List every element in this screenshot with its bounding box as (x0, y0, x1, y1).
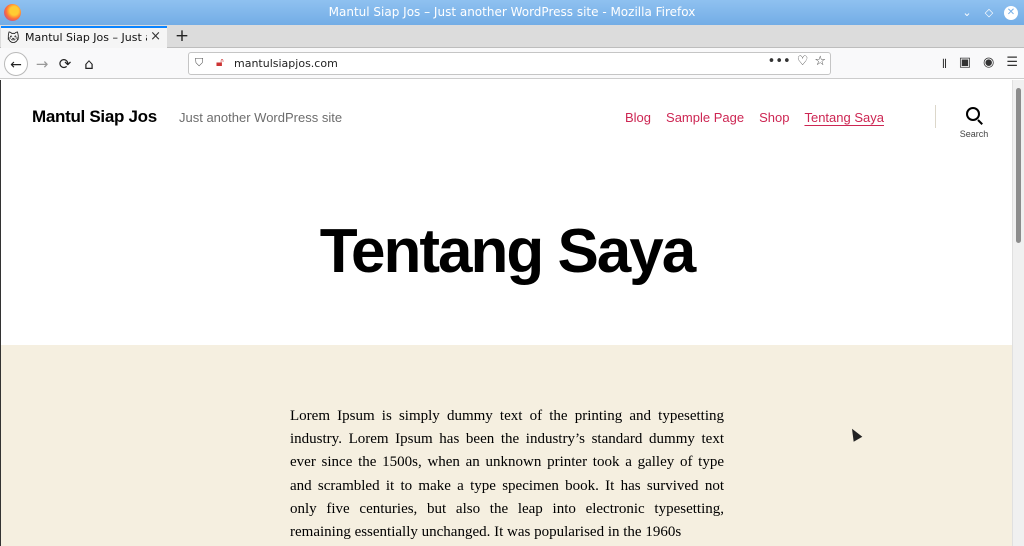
new-tab-button[interactable]: + (172, 25, 192, 47)
tab-strip: 🐱 Mantul Siap Jos – Just another × + (0, 25, 1024, 48)
search-icon (966, 107, 983, 125)
search-toggle-button[interactable]: Search (956, 107, 992, 139)
page-actions-icon[interactable]: ••• (768, 54, 791, 69)
menu-item-sample-page[interactable]: Sample Page (666, 110, 744, 125)
library-icon[interactable]: 𝍪 (942, 55, 946, 77)
restore-diamond-icon[interactable]: ◇ (982, 6, 996, 20)
pocket-icon[interactable]: ♡ (797, 54, 809, 69)
window-controls: ⌄ ◇ ✕ (960, 0, 1018, 25)
nav-divider (935, 105, 936, 128)
account-icon[interactable]: ◉ (983, 55, 994, 77)
menu-hamburger-icon[interactable]: ☰ (1006, 55, 1018, 77)
toolbar-right: 𝍪 ▣ ◉ ☰ (942, 55, 1018, 77)
url-bar-actions: ••• ♡ ☆ (768, 54, 826, 69)
entry-content: Lorem Ipsum is simply dummy text of the … (290, 408, 724, 541)
primary-menu: Blog Sample Page Shop Tentang Saya (625, 110, 899, 125)
back-button[interactable]: ← (4, 52, 28, 76)
bookmark-star-icon[interactable]: ☆ (814, 54, 826, 69)
site-favicon-icon: 🐱 (7, 31, 20, 45)
menu-item-shop[interactable]: Shop (759, 110, 789, 125)
url-bar[interactable]: ⛉ 🔓︎ mantulsiapjos.com ••• ♡ ☆ (188, 52, 831, 75)
url-text[interactable]: mantulsiapjos.com (234, 57, 338, 70)
sidebar-icon[interactable]: ▣ (959, 55, 971, 77)
tab-label: Mantul Siap Jos – Just another (25, 31, 147, 44)
tracking-shield-icon[interactable]: ⛉ (195, 56, 203, 70)
tab-active[interactable]: 🐱 Mantul Siap Jos – Just another × (1, 26, 167, 48)
site-description: Just another WordPress site (179, 110, 343, 125)
reload-button[interactable]: ⟳ (53, 52, 77, 76)
navigation-toolbar: ← → ⟳ ⌂ ⛉ 🔓︎ mantulsiapjos.com ••• ♡ ☆ 𝍪… (0, 48, 1024, 79)
tab-close-icon[interactable]: × (150, 29, 161, 44)
minimize-chevron-icon[interactable]: ⌄ (960, 6, 974, 20)
close-window-icon[interactable]: ✕ (1004, 5, 1018, 20)
window-titlebar: Mantul Siap Jos – Just another WordPress… (0, 0, 1024, 25)
search-label: Search (959, 129, 989, 139)
scrollbar-thumb[interactable] (1016, 88, 1021, 243)
page-title: Tentang Saya (319, 217, 697, 286)
window-title: Mantul Siap Jos – Just another WordPress… (328, 5, 696, 19)
menu-item-tentang-saya[interactable]: Tentang Saya (804, 110, 884, 125)
web-page: Mantul Siap Jos Just another WordPress s… (0, 80, 1012, 546)
forward-button[interactable]: → (30, 52, 54, 76)
insecure-lock-icon[interactable]: 🔓︎ (216, 55, 224, 70)
site-title[interactable]: Mantul Siap Jos (32, 107, 157, 127)
menu-item-blog[interactable]: Blog (625, 110, 651, 125)
home-button[interactable]: ⌂ (77, 52, 101, 76)
page-scrollbar[interactable] (1012, 80, 1024, 546)
firefox-logo-icon (4, 4, 21, 21)
